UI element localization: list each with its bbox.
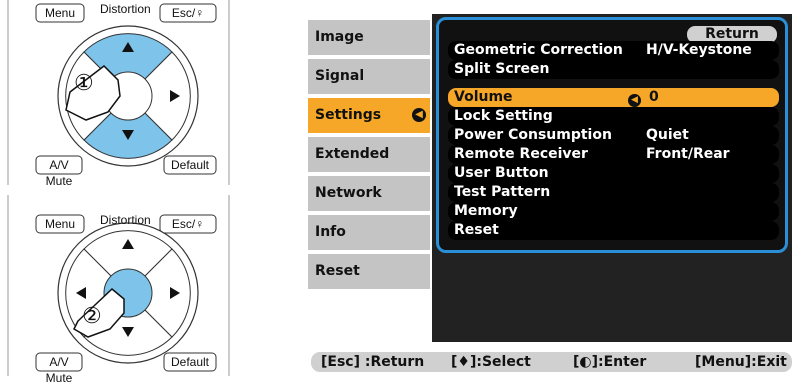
- row-label: Test Pattern: [454, 184, 551, 200]
- menu-item-image[interactable]: Image: [308, 20, 430, 55]
- submenu-row-power-consumption[interactable]: Power Consumption Quiet: [448, 126, 779, 145]
- row-value: 0: [649, 89, 659, 105]
- row-label: Remote Receiver: [454, 146, 588, 162]
- distortion-label: Distortion: [100, 213, 151, 227]
- key-guide-enter: [◐]:Enter: [573, 354, 647, 370]
- esc-key: Esc/♀: [171, 6, 205, 20]
- menu-key: Menu: [44, 217, 76, 231]
- distortion-label: Distortion: [100, 2, 151, 16]
- submenu-row-geometric-correction[interactable]: Geometric Correction H/V-Keystone: [448, 41, 779, 60]
- row-label: Memory: [454, 203, 518, 219]
- step-two-marker: ②: [82, 303, 102, 328]
- row-value: Front/Rear: [646, 146, 730, 162]
- remote-diagram-top: Menu Distortion Esc/♀ A/V Mute Default ①: [0, 0, 238, 188]
- menu-item-label: Network: [315, 185, 382, 201]
- menu-item-network[interactable]: Network: [308, 176, 430, 211]
- enter-icon: ◀: [412, 108, 426, 122]
- row-label: Power Consumption: [454, 127, 612, 143]
- menu-item-reset[interactable]: Reset: [308, 254, 430, 289]
- enter-icon: ◀: [628, 94, 641, 107]
- menu-item-label: Signal: [315, 68, 365, 84]
- row-label: Lock Setting: [454, 108, 553, 124]
- menu-item-extended[interactable]: Extended: [308, 137, 430, 172]
- menu-key: Menu: [44, 6, 76, 20]
- row-label: Reset: [454, 222, 499, 238]
- submenu-row-test-pattern[interactable]: Test Pattern: [448, 183, 779, 202]
- row-label: Geometric Correction: [454, 42, 623, 58]
- submenu-row-volume[interactable]: Volume ◀ 0: [448, 88, 779, 107]
- submenu-row-lock-setting[interactable]: Lock Setting: [448, 107, 779, 126]
- menu-item-label: Extended: [315, 146, 390, 162]
- default-key: Default: [170, 158, 210, 172]
- submenu-row-split-screen[interactable]: Split Screen: [448, 60, 779, 79]
- av-mute-key: A/V Mute: [45, 158, 73, 188]
- submenu-row-user-button[interactable]: User Button: [448, 164, 779, 183]
- row-label: User Button: [454, 165, 549, 181]
- row-label: Split Screen: [454, 61, 550, 77]
- row-value-wrap: ◀ 0: [628, 88, 659, 107]
- remote-diagram-bottom: Menu Distortion Esc/♀ A/V Mute Default ②: [0, 195, 238, 385]
- row-label: Volume: [454, 89, 513, 105]
- submenu-row-memory[interactable]: Memory: [448, 202, 779, 221]
- menu-item-label: Image: [315, 29, 364, 45]
- key-guide-bar: [Esc] :Return [♦]:Select [◐]:Enter [Menu…: [311, 352, 792, 372]
- av-mute-key: A/V Mute: [45, 355, 73, 385]
- default-key: Default: [170, 355, 210, 369]
- menu-item-settings[interactable]: Settings ◀: [308, 98, 430, 133]
- row-value: H/V-Keystone: [646, 42, 752, 58]
- step-one-marker: ①: [74, 70, 94, 95]
- key-guide-select: [♦]:Select: [451, 354, 531, 370]
- menu-item-label: Reset: [315, 263, 360, 279]
- key-guide-esc: [Esc] :Return: [321, 354, 425, 370]
- menu-item-label: Info: [315, 224, 346, 240]
- menu-item-signal[interactable]: Signal: [308, 59, 430, 94]
- key-guide-exit: [Menu]:Exit: [695, 354, 787, 370]
- menu-item-label: Settings: [315, 107, 382, 123]
- submenu-row-reset[interactable]: Reset: [448, 221, 779, 240]
- submenu-row-remote-receiver[interactable]: Remote Receiver Front/Rear: [448, 145, 779, 164]
- row-value: Quiet: [646, 127, 689, 143]
- menu-item-info[interactable]: Info: [308, 215, 430, 250]
- esc-key: Esc/♀: [171, 217, 205, 231]
